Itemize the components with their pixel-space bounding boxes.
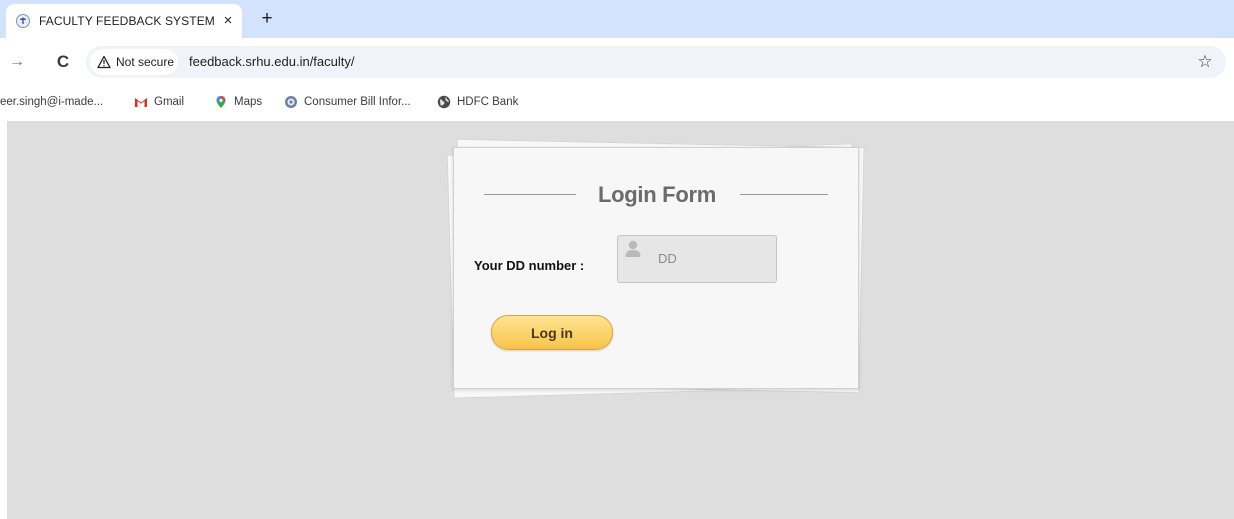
forward-arrow-icon[interactable]: → (6, 51, 28, 73)
reload-icon[interactable]: C (52, 51, 74, 73)
dd-number-field-box[interactable] (617, 235, 777, 283)
tab-close-icon[interactable]: × (220, 13, 236, 29)
bookmark-hdfc[interactable]: HDFC Bank (437, 93, 518, 111)
page-background: Login Form Your DD number : Log in (7, 121, 1234, 519)
security-label: Not secure (116, 55, 175, 69)
globe-icon (437, 95, 451, 109)
tab-strip: FACULTY FEEDBACK SYSTEM × + (0, 0, 1234, 38)
browser-toolbar: → C Not secure feedback.srhu.edu.in/facu… (0, 38, 1234, 86)
bookmark-item[interactable]: eer.singh@i-made... (0, 93, 103, 111)
bookmark-consumer-bill[interactable]: Consumer Bill Infor... (284, 93, 411, 111)
browser-tab[interactable]: FACULTY FEEDBACK SYSTEM × (6, 4, 242, 38)
bookmark-gmail[interactable]: Gmail (134, 93, 184, 111)
login-form-title: Login Form (598, 182, 716, 207)
security-chip[interactable]: Not secure (90, 49, 178, 75)
site-globe-icon (284, 95, 298, 109)
legend-rule-left (484, 194, 576, 195)
bookmarks-bar: eer.singh@i-made... Gmail Maps Consumer … (0, 86, 1234, 118)
bookmark-label: Gmail (154, 96, 185, 108)
url-text[interactable]: feedback.srhu.edu.in/faculty/ (189, 54, 355, 69)
dd-number-input[interactable] (658, 248, 768, 268)
legend-rule-right (740, 194, 828, 195)
login-button[interactable]: Log in (491, 315, 613, 350)
gmail-icon (134, 95, 148, 109)
user-icon (624, 238, 642, 260)
university-favicon-icon (16, 14, 30, 28)
address-bar[interactable]: Not secure feedback.srhu.edu.in/faculty/… (86, 46, 1226, 78)
bookmark-label: Consumer Bill Infor... (304, 96, 411, 108)
login-card: Login Form Your DD number : Log in (453, 147, 859, 389)
bookmark-label: Maps (234, 96, 263, 108)
bookmark-label: eer.singh@i-made... (0, 96, 104, 108)
maps-pin-icon (214, 95, 228, 109)
bookmark-label: HDFC Bank (457, 96, 519, 108)
dd-number-label: Your DD number : (474, 258, 585, 273)
tab-title: FACULTY FEEDBACK SYSTEM (39, 14, 215, 28)
new-tab-button[interactable]: + (256, 8, 278, 30)
warning-triangle-icon (97, 55, 111, 69)
bookmark-maps[interactable]: Maps (214, 93, 262, 111)
bookmark-star-icon[interactable]: ☆ (1194, 51, 1216, 73)
